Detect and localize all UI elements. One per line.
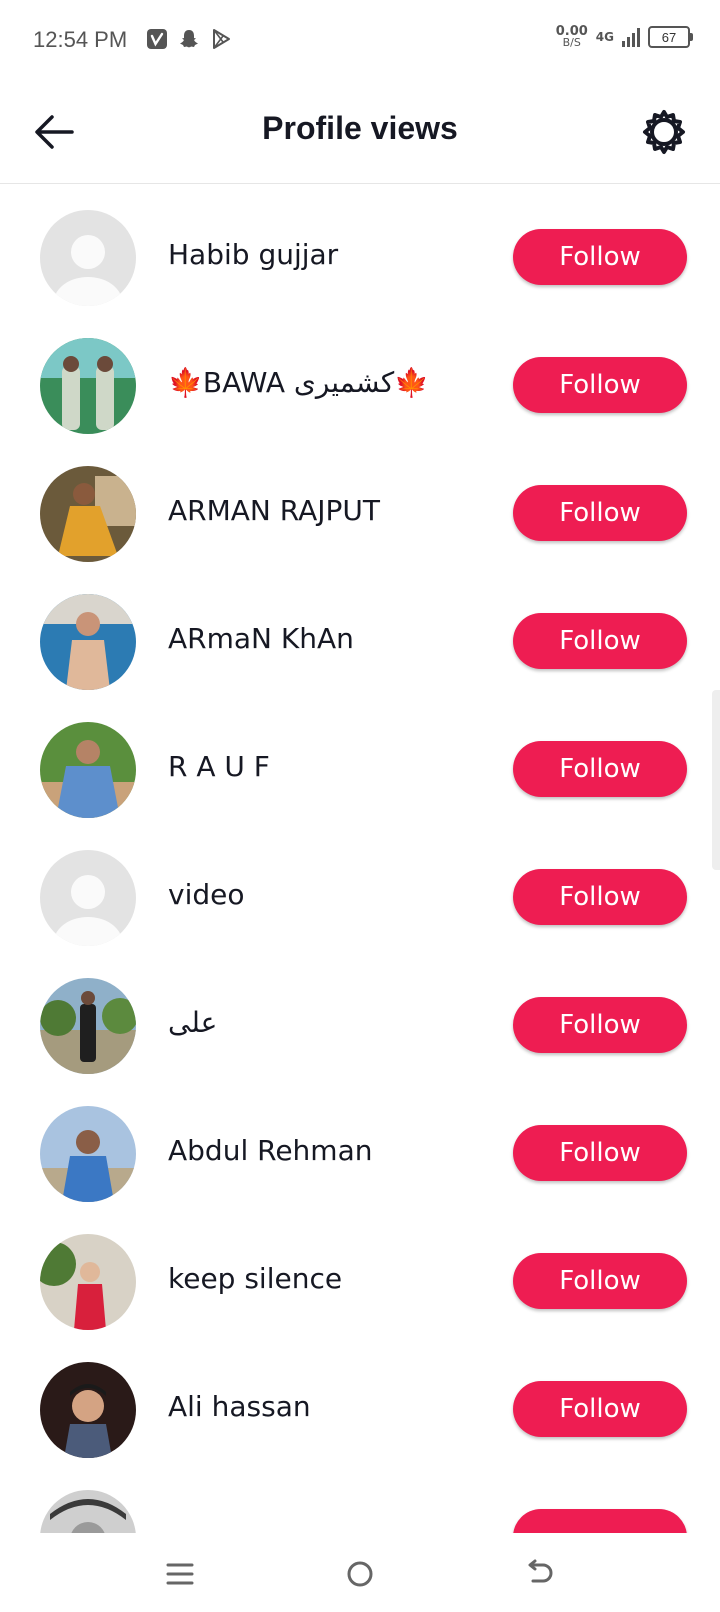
viewer-row-partial[interactable] [0,1465,720,1533]
speed-unit: B/S [562,36,581,49]
username[interactable]: Abdul Rehman [168,1134,372,1167]
follow-button[interactable]: Follow [513,485,687,541]
viewer-row[interactable]: Ali hassan Follow [0,1337,720,1465]
follow-button[interactable]: Follow [513,229,687,285]
username[interactable]: علی [168,1006,217,1039]
viewer-row[interactable]: Abdul Rehman Follow [0,1081,720,1209]
page-title: Profile views [262,110,458,146]
follow-button[interactable]: Follow [513,869,687,925]
username[interactable]: video [168,878,244,911]
viewer-row[interactable]: video Follow [0,825,720,953]
gear-icon [643,110,685,154]
avatar[interactable] [40,466,136,562]
viewer-row[interactable]: ARmaN KhAn Follow [0,569,720,697]
viewer-row[interactable]: R A U F Follow [0,697,720,825]
status-right: 0.00 B/S 4G 67 [556,25,693,49]
home-circle-icon [347,1561,373,1587]
home-button[interactable] [338,1552,382,1596]
back-icon [528,1559,553,1583]
follow-button[interactable]: Follow [513,357,687,413]
vimeo-icon [146,28,168,50]
avatar[interactable] [40,722,136,818]
avatar[interactable] [40,978,136,1074]
menu-icon [166,1563,194,1585]
viewer-row[interactable]: Habib gujjar Follow [0,185,720,313]
menu-button[interactable] [158,1552,202,1596]
avatar[interactable] [40,594,136,690]
avatar[interactable] [40,338,136,434]
avatar[interactable] [40,1234,136,1330]
status-bar: 12:54 PM 0.00 B/S 4G 67 [0,0,720,80]
follow-button[interactable]: Follow [513,997,687,1053]
username[interactable]: keep silence [168,1262,342,1295]
network-speed: 0.00 B/S [556,25,588,49]
follow-button[interactable]: Follow [513,613,687,669]
status-app-icons [146,28,232,50]
avatar[interactable] [40,1106,136,1202]
status-time: 12:54 PM [33,27,128,52]
system-back-button[interactable] [518,1552,562,1596]
settings-button[interactable] [638,106,690,158]
viewer-row[interactable]: ARMAN RAJPUT Follow [0,441,720,569]
battery-level: 67 [661,29,677,45]
follow-button[interactable]: Follow [513,1125,687,1181]
username[interactable]: ARmaN KhAn [168,622,354,655]
username[interactable]: R A U F [168,750,270,783]
battery-icon: 67 [648,26,693,48]
scrollbar[interactable] [712,690,720,870]
play-store-icon [210,28,232,50]
username[interactable]: Ali hassan [168,1390,311,1423]
viewer-row[interactable]: keep silence Follow [0,1209,720,1337]
username[interactable]: Habib gujjar [168,238,338,271]
avatar[interactable] [40,1490,136,1533]
username[interactable]: 🍁BAWA کشمیری🍁 [168,366,429,399]
follow-button[interactable]: Follow [513,1253,687,1309]
profile-views-list[interactable]: Habib gujjar Follow 🍁BAWA کشمیری🍁 Follow… [0,185,720,1533]
system-nav-bar [0,1534,720,1612]
avatar[interactable] [40,850,136,946]
follow-button[interactable]: Follow [513,1381,687,1437]
header: Profile views [0,80,720,184]
username[interactable]: ARMAN RAJPUT [168,494,380,527]
follow-button[interactable]: Follow [513,741,687,797]
follow-button[interactable] [513,1509,687,1533]
network-type: 4G [595,30,614,44]
viewer-row[interactable]: 🍁BAWA کشمیری🍁 Follow [0,313,720,441]
avatar[interactable] [40,1362,136,1458]
avatar[interactable] [40,210,136,306]
viewer-row[interactable]: علی Follow [0,953,720,1081]
snapchat-icon [178,28,200,50]
signal-icon [622,27,640,47]
